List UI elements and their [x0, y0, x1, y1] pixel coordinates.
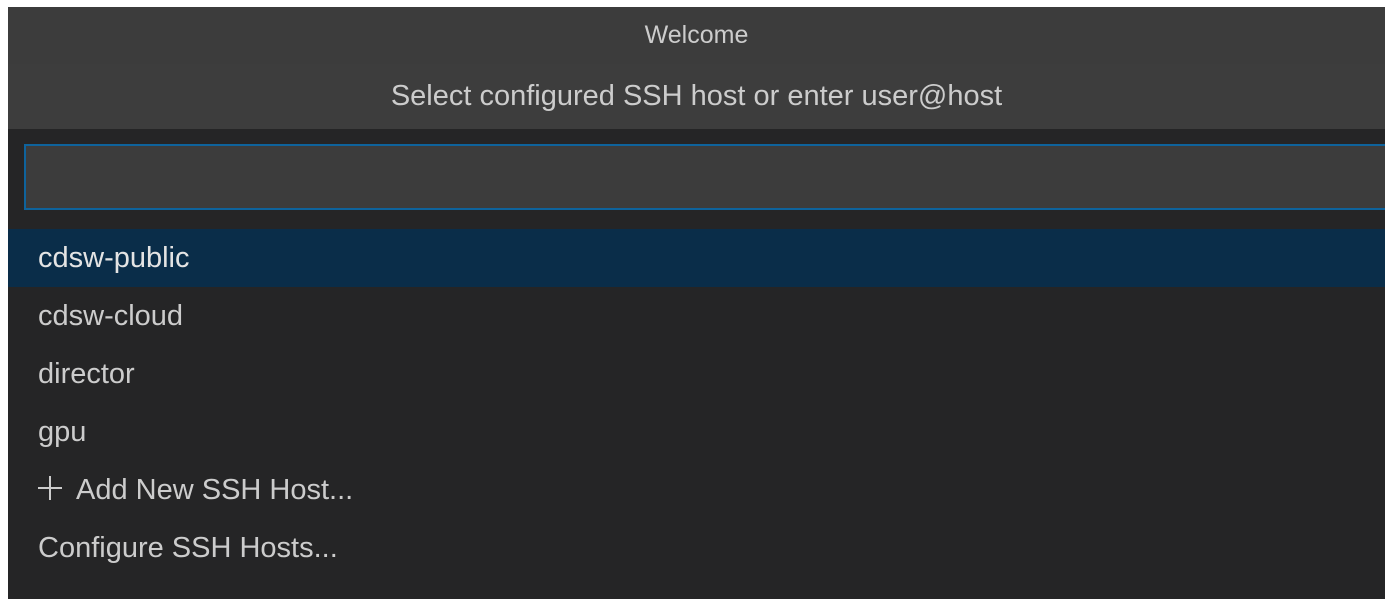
- host-item-label: cdsw-cloud: [38, 300, 184, 332]
- add-host-label: Add New SSH Host...: [76, 474, 354, 506]
- host-item-gpu[interactable]: gpu: [8, 403, 1385, 461]
- window-titlebar: Welcome: [8, 7, 1385, 64]
- window-title: Welcome: [644, 21, 749, 49]
- quick-pick-title: Select configured SSH host or enter user…: [390, 80, 1003, 112]
- host-item-label: director: [38, 358, 135, 390]
- host-item-label: gpu: [38, 416, 87, 448]
- plus-icon: [38, 476, 62, 501]
- add-new-ssh-host-item[interactable]: Add New SSH Host...: [8, 461, 1385, 519]
- vscode-window: Welcome Select configured SSH host or en…: [8, 7, 1385, 599]
- host-list: cdsw-public cdsw-cloud director gpu Add …: [8, 229, 1385, 577]
- host-item-cdsw-cloud[interactable]: cdsw-cloud: [8, 287, 1385, 345]
- configure-ssh-hosts-item[interactable]: Configure SSH Hosts...: [8, 519, 1385, 577]
- quick-pick-title-bar: Select configured SSH host or enter user…: [8, 64, 1385, 129]
- configure-hosts-label: Configure SSH Hosts...: [38, 532, 338, 564]
- host-item-label: cdsw-public: [38, 242, 190, 274]
- host-item-cdsw-public[interactable]: cdsw-public: [8, 229, 1385, 287]
- quick-pick-input-container: [8, 129, 1385, 217]
- host-item-director[interactable]: director: [8, 345, 1385, 403]
- host-search-input[interactable]: [24, 144, 1385, 210]
